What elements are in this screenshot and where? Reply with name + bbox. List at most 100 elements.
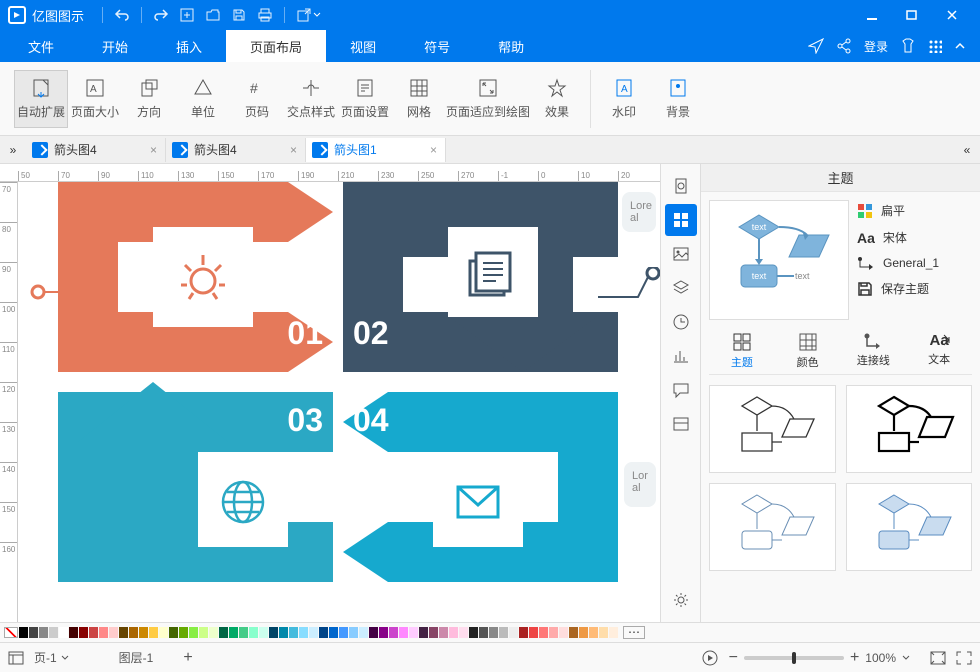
zoom-out-button[interactable]: − bbox=[729, 649, 738, 667]
theme-tab-color[interactable]: 颜色 bbox=[780, 332, 836, 370]
horizontal-ruler: 507090110130150170190210230250270-101020 bbox=[0, 164, 660, 182]
ribbon-orientation[interactable]: 方向 bbox=[122, 70, 176, 128]
menu-insert[interactable]: 插入 bbox=[152, 30, 226, 62]
outline-icon[interactable] bbox=[8, 651, 24, 665]
ribbon-grid[interactable]: 网格 bbox=[392, 70, 446, 128]
canvas[interactable]: 01 02 bbox=[18, 182, 660, 622]
ribbon-page-setup[interactable]: 页面设置 bbox=[338, 70, 392, 128]
expand-left-icon[interactable]: » bbox=[0, 143, 26, 157]
doc-tab-0[interactable]: 箭头图4× bbox=[26, 138, 166, 162]
send-icon[interactable] bbox=[808, 38, 824, 54]
ribbon-watermark[interactable]: A 水印 bbox=[597, 70, 651, 128]
tshirt-icon[interactable] bbox=[900, 38, 916, 54]
add-layer-button[interactable]: + bbox=[183, 649, 192, 667]
theme-tab-connector[interactable]: 连接线 bbox=[845, 332, 901, 370]
theme-tab-theme[interactable]: 主题 bbox=[714, 332, 770, 370]
ribbon-units[interactable]: 单位 bbox=[176, 70, 230, 128]
share-icon[interactable] bbox=[836, 38, 852, 54]
side-links[interactable] bbox=[665, 408, 697, 440]
theme-option-2[interactable] bbox=[846, 385, 973, 473]
crossover-icon bbox=[300, 77, 322, 99]
annotation-box-2[interactable]: Lor al bbox=[624, 462, 656, 507]
page-selector[interactable]: 页-1 bbox=[34, 649, 69, 666]
doc-tab-1[interactable]: 箭头图4× bbox=[166, 138, 306, 162]
close-tab-icon[interactable]: × bbox=[290, 143, 297, 157]
effects-icon bbox=[546, 77, 568, 99]
maximize-button[interactable] bbox=[892, 0, 932, 30]
units-icon bbox=[192, 77, 214, 99]
undo-button[interactable] bbox=[109, 2, 135, 28]
minimize-button[interactable] bbox=[852, 0, 892, 30]
statusbar: 页-1 图层-1 + − + 100% bbox=[0, 642, 980, 672]
color-swatch-bar[interactable]: ⋯ bbox=[0, 622, 980, 642]
print-button[interactable] bbox=[252, 2, 278, 28]
app-title: 亿图图示 bbox=[32, 6, 84, 25]
menu-symbol[interactable]: 符号 bbox=[400, 30, 474, 62]
side-history[interactable] bbox=[665, 306, 697, 338]
fit-screen-icon[interactable] bbox=[930, 651, 946, 665]
zoom-in-button[interactable]: + bbox=[850, 649, 859, 667]
side-comment[interactable] bbox=[665, 374, 697, 406]
theme-attr-style[interactable]: 扁平 bbox=[857, 202, 972, 219]
arrow-block-04[interactable]: 04 bbox=[343, 382, 618, 582]
arrow-block-03[interactable]: 03 bbox=[58, 382, 333, 582]
doc-tab-2[interactable]: 箭头图1× bbox=[306, 138, 446, 162]
ribbon-background[interactable]: 背景 bbox=[651, 70, 705, 128]
svg-text:text: text bbox=[752, 222, 767, 232]
ribbon-page-size[interactable]: A 页面大小 bbox=[68, 70, 122, 128]
panel-title: 主题 bbox=[701, 164, 980, 192]
layer-selector[interactable]: 图层-1 bbox=[119, 649, 154, 666]
menu-view[interactable]: 视图 bbox=[326, 30, 400, 62]
theme-option-3[interactable] bbox=[709, 483, 836, 571]
ribbon-fit-page[interactable]: 页面适应到绘图 bbox=[446, 70, 530, 128]
save-button[interactable] bbox=[226, 2, 252, 28]
menu-home[interactable]: 开始 bbox=[78, 30, 152, 62]
side-theme[interactable] bbox=[665, 204, 697, 236]
new-button[interactable] bbox=[174, 2, 200, 28]
theme-option-1[interactable] bbox=[709, 385, 836, 473]
background-icon bbox=[667, 77, 689, 99]
side-styles[interactable] bbox=[665, 170, 697, 202]
theme-tab-text[interactable]: Aa文本 bbox=[911, 332, 967, 370]
side-chart[interactable] bbox=[665, 340, 697, 372]
fullscreen-icon[interactable] bbox=[956, 651, 972, 665]
ribbon-page-number[interactable]: # 页码 bbox=[230, 70, 284, 128]
collapse-ribbon-icon[interactable] bbox=[954, 40, 966, 52]
annotation-box-1[interactable]: Lore al bbox=[622, 192, 656, 232]
redo-button[interactable] bbox=[148, 2, 174, 28]
more-colors[interactable]: ⋯ bbox=[623, 626, 645, 639]
close-button[interactable] bbox=[932, 0, 972, 30]
doc-icon bbox=[172, 142, 188, 158]
save-icon bbox=[857, 281, 873, 297]
menu-page-layout[interactable]: 页面布局 bbox=[226, 30, 326, 62]
zoom-control[interactable]: − + 100% bbox=[729, 649, 910, 667]
presentation-icon[interactable] bbox=[701, 650, 719, 666]
close-tab-icon[interactable]: × bbox=[150, 143, 157, 157]
side-image[interactable] bbox=[665, 238, 697, 270]
side-layers[interactable] bbox=[665, 272, 697, 304]
open-button[interactable] bbox=[200, 2, 226, 28]
login-button[interactable]: 登录 bbox=[864, 38, 888, 55]
side-settings[interactable] bbox=[665, 584, 697, 616]
zoom-slider[interactable] bbox=[744, 656, 844, 660]
menu-help[interactable]: 帮助 bbox=[474, 30, 548, 62]
theme-attr-connector[interactable]: General_1 bbox=[857, 256, 972, 270]
close-tab-icon[interactable]: × bbox=[430, 143, 437, 157]
expand-right-icon[interactable]: « bbox=[954, 143, 980, 157]
arrow-block-01[interactable]: 01 bbox=[58, 182, 333, 372]
theme-option-4[interactable] bbox=[846, 483, 973, 571]
theme-attr-save[interactable]: 保存主题 bbox=[857, 280, 972, 297]
ribbon-auto-expand[interactable]: 自动扩展 bbox=[14, 70, 68, 128]
connector-icon bbox=[857, 256, 875, 270]
export-button[interactable] bbox=[291, 2, 317, 28]
ribbon-effects[interactable]: 效果 bbox=[530, 70, 584, 128]
theme-attr-font[interactable]: Aa宋体 bbox=[857, 229, 972, 246]
ribbon-crossover[interactable]: 交点样式 bbox=[284, 70, 338, 128]
theme-preview[interactable]: text text text bbox=[709, 200, 849, 320]
ribbon: 自动扩展 A 页面大小 方向 单位 # 页码 交点样式 页面设置 网格 bbox=[0, 62, 980, 136]
page-setup-icon bbox=[354, 77, 376, 99]
svg-text:#: # bbox=[250, 80, 258, 96]
menu-file[interactable]: 文件 bbox=[4, 30, 78, 62]
arrow-block-02[interactable]: 02 bbox=[343, 182, 618, 372]
apps-icon[interactable] bbox=[928, 39, 942, 53]
